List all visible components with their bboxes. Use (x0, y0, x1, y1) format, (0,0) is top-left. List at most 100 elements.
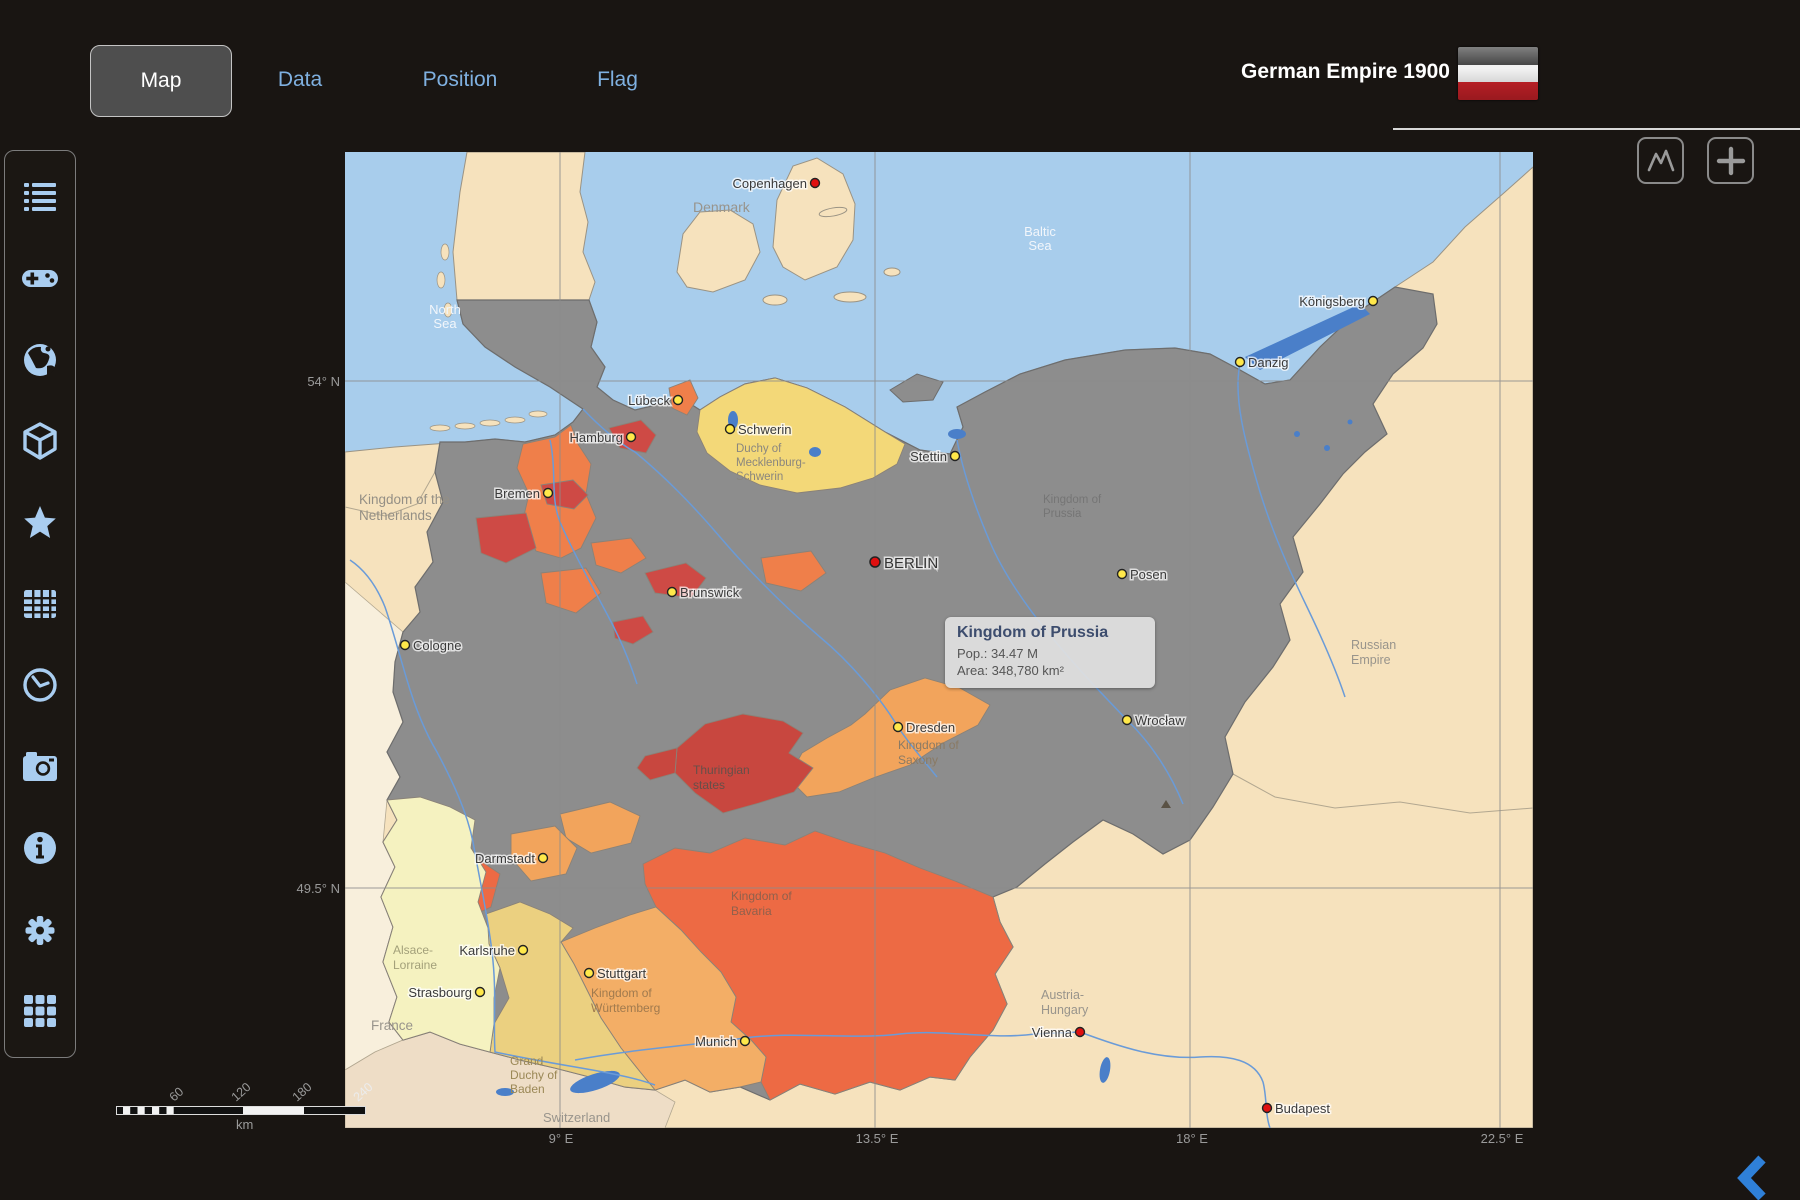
svg-text:Königsberg: Königsberg (1299, 294, 1365, 309)
svg-text:Lübeck: Lübeck (628, 393, 670, 408)
svg-text:Switzerland: Switzerland (543, 1110, 610, 1125)
sea-label: North (429, 302, 461, 317)
add-button[interactable] (1707, 137, 1754, 184)
svg-text:Danzig: Danzig (1248, 355, 1288, 370)
tooltip-population: Pop.: 34.47 M (957, 645, 1143, 662)
city-dot-konigsberg[interactable] (1369, 297, 1378, 306)
tab-flag[interactable]: Flag (570, 45, 665, 115)
clock-icon[interactable] (20, 665, 60, 705)
svg-text:Darmstadt: Darmstadt (475, 851, 535, 866)
city-dot-bremen[interactable] (544, 489, 553, 498)
toolbar-sidebar (4, 150, 76, 1058)
camera-icon[interactable] (20, 747, 60, 787)
svg-text:Lorraine: Lorraine (393, 958, 437, 972)
svg-text:Thuringian: Thuringian (693, 763, 750, 777)
city-dot-budapest[interactable] (1263, 1104, 1272, 1113)
city-dot-brunswick[interactable] (668, 588, 677, 597)
table-icon[interactable] (20, 584, 60, 624)
svg-text:Denmark: Denmark (693, 199, 751, 215)
city-dot-copenhagen[interactable] (811, 179, 820, 188)
svg-text:Stuttgart: Stuttgart (597, 966, 647, 981)
svg-text:states: states (693, 778, 725, 792)
longitude-label: 22.5° E (1467, 1131, 1537, 1146)
german-empire-flag (1458, 47, 1538, 100)
globe-icon[interactable] (20, 340, 60, 380)
svg-text:BERLIN: BERLIN (884, 555, 938, 572)
svg-text:Kingdom of: Kingdom of (898, 738, 959, 752)
svg-text:Wrocław: Wrocław (1135, 713, 1185, 728)
svg-text:Prussia: Prussia (1043, 508, 1082, 520)
svg-text:Hungary: Hungary (1041, 1003, 1089, 1017)
header-divider (1393, 128, 1800, 130)
svg-text:Kingdom of: Kingdom of (731, 889, 792, 903)
tab-data[interactable]: Data (250, 45, 350, 115)
back-chevron-button[interactable] (1734, 1154, 1774, 1200)
chevron-left-icon (1744, 1159, 1762, 1197)
svg-text:240: 240 (351, 1082, 376, 1104)
city-dot-karlsruhe[interactable] (519, 946, 528, 955)
city-dot-posen[interactable] (1118, 570, 1127, 579)
city-dot-stuttgart[interactable] (585, 969, 594, 978)
cube-icon[interactable] (20, 421, 60, 461)
city-dot-hamburg[interactable] (627, 433, 636, 442)
svg-text:Dresden: Dresden (906, 720, 955, 735)
list-icon[interactable] (20, 177, 60, 217)
svg-text:Mecklenburg-: Mecklenburg- (736, 457, 806, 469)
svg-text:Württemberg: Württemberg (591, 1001, 660, 1015)
mountain-icon (1646, 146, 1676, 176)
sea-label: Baltic (1024, 224, 1056, 239)
scale-bar: 60 120 180 240 km (116, 1082, 406, 1134)
city-dot-strasbourg[interactable] (476, 988, 485, 997)
svg-text:180: 180 (290, 1082, 315, 1104)
latitude-label: 49.5° N (280, 881, 340, 896)
sea-label: Sea (1028, 238, 1052, 253)
tab-map[interactable]: Map (90, 45, 232, 117)
city-dot-stettin[interactable] (951, 452, 960, 461)
city-dot-dresden[interactable] (894, 723, 903, 732)
svg-text:Austria-: Austria- (1041, 988, 1084, 1002)
gear-icon[interactable] (20, 910, 60, 950)
latitude-label: 54° N (280, 374, 340, 389)
svg-text:Bremen: Bremen (494, 486, 540, 501)
svg-text:Schwerin: Schwerin (738, 422, 791, 437)
city-dot-berlin[interactable] (870, 557, 880, 567)
svg-text:Saxony: Saxony (898, 753, 938, 767)
gamepad-icon[interactable] (20, 258, 60, 298)
svg-text:Brunswick: Brunswick (680, 585, 740, 600)
tab-position[interactable]: Position (400, 45, 520, 115)
star-icon[interactable] (20, 503, 60, 543)
svg-text:Duchy of: Duchy of (510, 1068, 558, 1082)
svg-text:Cologne: Cologne (413, 638, 461, 653)
svg-text:Strasbourg: Strasbourg (408, 985, 472, 1000)
app-grid-icon[interactable] (20, 991, 60, 1031)
city-dot-munich[interactable] (741, 1037, 750, 1046)
svg-text:Hamburg: Hamburg (570, 430, 623, 445)
city-dot-schwerin[interactable] (726, 425, 735, 434)
svg-text:France: France (371, 1018, 413, 1033)
svg-text:Alsace-: Alsace- (393, 943, 433, 957)
city-dot-luebeck[interactable] (674, 396, 683, 405)
svg-text:Karlsruhe: Karlsruhe (459, 943, 515, 958)
svg-text:Baden: Baden (510, 1082, 545, 1096)
tooltip-area: Area: 348,780 km² (957, 662, 1143, 679)
map-canvas[interactable]: North Sea Baltic Sea Denmark Kingdom of … (345, 152, 1533, 1128)
city-dot-cologne[interactable] (401, 641, 410, 650)
svg-text:Kingdom of the: Kingdom of the (359, 492, 450, 507)
svg-text:60: 60 (167, 1084, 187, 1104)
svg-text:Bavaria: Bavaria (731, 904, 772, 918)
longitude-label: 18° E (1157, 1131, 1227, 1146)
svg-text:Vienna: Vienna (1032, 1025, 1073, 1040)
svg-text:Stettin: Stettin (910, 449, 947, 464)
svg-text:Grand: Grand (510, 1054, 543, 1068)
info-icon[interactable] (20, 828, 60, 868)
city-dot-wroclaw[interactable] (1123, 716, 1132, 725)
map-tooltip: Kingdom of Prussia Pop.: 34.47 M Area: 3… (945, 617, 1155, 688)
svg-text:Budapest: Budapest (1275, 1101, 1330, 1116)
elevation-profile-button[interactable] (1637, 137, 1684, 184)
svg-text:Munich: Munich (695, 1034, 737, 1049)
tooltip-title: Kingdom of Prussia (957, 624, 1143, 642)
city-dot-danzig[interactable] (1236, 358, 1245, 367)
city-dot-darmstadt[interactable] (539, 854, 548, 863)
city-dot-vienna[interactable] (1076, 1028, 1085, 1037)
sea-label: Sea (433, 316, 457, 331)
